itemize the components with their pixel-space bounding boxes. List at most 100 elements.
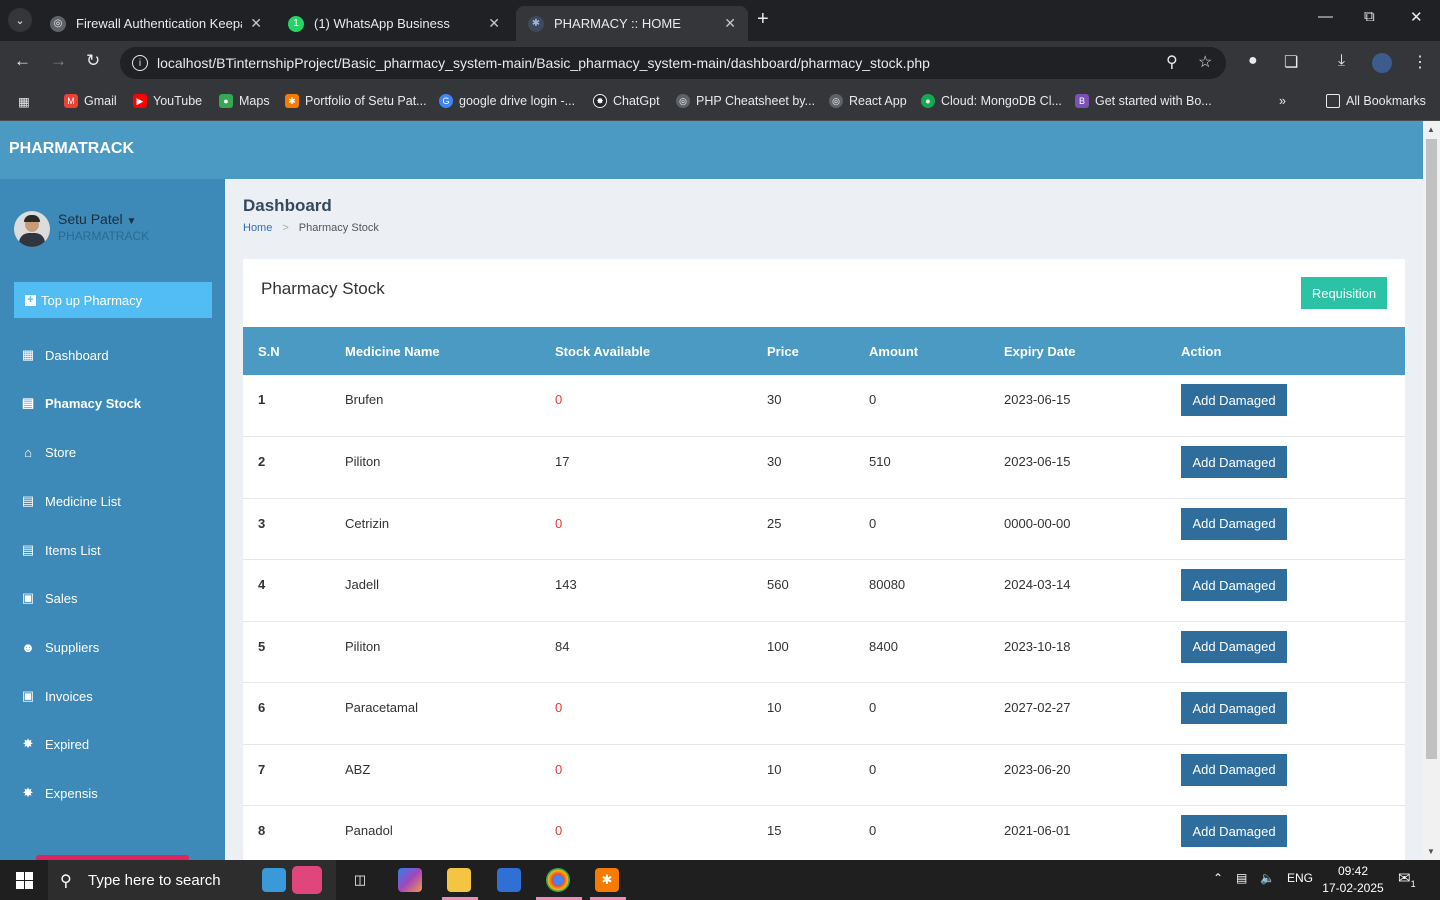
add-damaged-button[interactable]: Add Damaged (1181, 384, 1287, 416)
cell-expiry-date: 2021-06-01 (1004, 823, 1071, 838)
stock-card: Pharmacy Stock Requisition S.N Medicine … (243, 259, 1405, 860)
browser-menu-icon[interactable]: ⋮ (1412, 52, 1428, 72)
browser-toolbar: ← → ↻ i localhost/BTinternshipProject/Ba… (0, 41, 1440, 85)
restore-icon[interactable]: ⧉ (1364, 8, 1375, 25)
cell-expiry-date: 2023-06-15 (1004, 392, 1071, 407)
bookmark-maps[interactable]: ● Maps (219, 94, 270, 108)
page-title: Dashboard (243, 196, 332, 215)
bookmark-gmail[interactable]: M Gmail (64, 94, 117, 108)
windows-taskbar: ⚲ Type here to search ◫ ✱ ⌃ ▤ 🔈 ENG 09:4… (0, 860, 1440, 900)
task-view-icon[interactable]: ◫ (348, 868, 372, 892)
cell-stock-available: 0 (555, 700, 563, 715)
top-up-pharmacy-button[interactable]: + Top up Pharmacy (14, 282, 212, 318)
add-damaged-button[interactable]: Add Damaged (1181, 692, 1287, 724)
cell-action: Add Damaged (1181, 375, 1405, 437)
cell-stock-available: 0 (555, 761, 563, 777)
bookmark-google-drive[interactable]: Ggoogle drive login -... (439, 94, 575, 108)
sidebar-item-sales[interactable]: ▣ Sales (20, 590, 78, 606)
add-damaged-button[interactable]: Add Damaged (1181, 753, 1287, 786)
add-damaged-button[interactable]: Add Damaged (1181, 569, 1287, 601)
tab-search-chevron-icon[interactable]: ⌄ (8, 8, 32, 32)
url-text: localhost/BTinternshipProject/Basic_phar… (157, 55, 930, 71)
sidebar-item-pharmacy-stock[interactable]: ▤ Phamacy Stock (20, 395, 141, 411)
add-damaged-button[interactable]: Add Damaged (1181, 815, 1287, 847)
cell-sn: 7 (258, 761, 266, 777)
bookmark-youtube[interactable]: ▶ YouTube (133, 94, 202, 108)
sidebar-item-expired[interactable]: ✸ Expired (20, 736, 90, 752)
bookmark-star-icon[interactable]: ☆ (1198, 52, 1212, 72)
forward-icon[interactable]: → (50, 51, 67, 71)
reload-icon[interactable]: ↻ (86, 51, 100, 71)
brand-logo[interactable]: PHARMATRACK (9, 140, 134, 158)
language-indicator[interactable]: ENG (1287, 871, 1313, 885)
download-icon[interactable]: ⤓ (1338, 52, 1345, 70)
bookmark-react-app[interactable]: ◎ React App (829, 94, 907, 108)
back-icon[interactable]: ← (14, 51, 31, 71)
sidebar-item-items-list[interactable]: ▤ Items List (20, 542, 101, 558)
add-damaged-button[interactable]: Add Damaged (1181, 446, 1287, 478)
sidebar-item-medicine-list[interactable]: ▤ Medicine List (20, 493, 121, 509)
tab-firewall[interactable]: ◎ Firewall Authentication Keepaliv ✕ (38, 6, 274, 41)
windows-start-icon[interactable] (16, 872, 33, 889)
add-damaged-button[interactable]: Add Damaged (1181, 507, 1287, 540)
bookmark-php-cheatsheet[interactable]: ◎ PHP Cheatsheet by... (676, 94, 815, 108)
cell-action: Add Damaged (1181, 560, 1405, 622)
scroll-up-icon[interactable]: ▲ (1427, 125, 1435, 134)
cell-action: Add Damaged (1181, 498, 1405, 560)
bookmark-bootstrap[interactable]: B Get started with Bo... (1075, 94, 1212, 108)
taskbar-clock[interactable]: 09:42 17-02-2025 (1318, 863, 1388, 897)
copilot-icon[interactable] (398, 868, 422, 892)
apps-grid-icon[interactable]: ▦ (18, 94, 30, 109)
network-icon[interactable]: ▤ (1236, 871, 1247, 885)
show-hidden-icons-chevron-icon[interactable]: ⌃ (1213, 871, 1223, 885)
all-bookmarks[interactable]: All Bookmarks (1326, 94, 1426, 108)
column-header: Amount (869, 343, 919, 359)
cell-expiry-date: 2023-06-20 (1004, 761, 1071, 777)
extension-circle-icon[interactable]: ● (1248, 52, 1258, 70)
sidebar-item-expensis[interactable]: ✸ Expensis (20, 785, 98, 801)
file-explorer-icon[interactable] (447, 868, 471, 892)
cell-medicine-name: Cetrizin (345, 515, 390, 531)
bookmark-mongodb[interactable]: ● Cloud: MongoDB Cl... (921, 94, 1062, 108)
site-info-icon[interactable]: i (132, 55, 148, 71)
close-window-icon[interactable]: ✕ (1410, 8, 1423, 26)
minimize-icon[interactable]: — (1318, 8, 1333, 25)
cell-price: 10 (767, 700, 782, 715)
alert-icon: ✸ (22, 736, 34, 751)
taskbar-search-box[interactable]: ⚲ Type here to search (48, 860, 336, 900)
tab-pharmacy-home[interactable]: ✱ PHARMACY :: HOME ✕ (516, 6, 748, 41)
sidebar-item-store[interactable]: ⌂ Store (20, 444, 76, 460)
notification-center-icon[interactable]: ✉1 (1398, 869, 1416, 889)
add-damaged-button[interactable]: Add Damaged (1181, 630, 1287, 663)
breadcrumb-home[interactable]: Home (243, 222, 272, 234)
bookmark-chatgpt[interactable]: ✸ ChatGpt (593, 94, 660, 108)
table-row: 1 Brufen 0 30 0 2023-06-15 Add Damaged (243, 375, 1405, 437)
profile-avatar[interactable] (1372, 53, 1392, 73)
sidebar-item-invoices[interactable]: ▣ Invoices (20, 688, 93, 704)
zoom-icon[interactable]: ⚲ (1166, 52, 1178, 72)
new-tab-icon[interactable]: + (757, 8, 769, 31)
cell-expiry-date: 0000-00-00 (1004, 515, 1071, 531)
requisition-button[interactable]: Requisition (1301, 277, 1387, 309)
close-tab-icon[interactable]: ✕ (724, 15, 736, 32)
address-bar[interactable]: i localhost/BTinternshipProject/Basic_ph… (120, 47, 1226, 79)
scrollbar-thumb[interactable] (1426, 139, 1437, 759)
close-tab-icon[interactable]: ✕ (250, 15, 262, 32)
xampp-icon[interactable]: ✱ (595, 868, 619, 892)
sidebar-item-dashboard[interactable]: ▦ Dashboard (20, 347, 109, 363)
extensions-puzzle-icon[interactable]: ❏ (1284, 52, 1298, 72)
chrome-icon[interactable] (546, 868, 570, 892)
close-tab-icon[interactable]: ✕ (488, 15, 500, 32)
cell-action: Add Damaged (1181, 437, 1405, 499)
sidebar-item-suppliers[interactable]: ☻ Suppliers (20, 639, 99, 655)
volume-icon[interactable]: 🔈 (1260, 871, 1275, 885)
tab-whatsapp[interactable]: 1 (1) WhatsApp Business ✕ (276, 6, 512, 41)
bookmark-portfolio[interactable]: ✱ Portfolio of Setu Pat... (285, 94, 427, 108)
user-name[interactable]: Setu Patel ▼ (58, 211, 136, 227)
microsoft-store-icon[interactable] (497, 868, 521, 892)
more-bookmarks-icon[interactable]: » (1279, 94, 1286, 108)
page-scrollbar[interactable]: ▲ ▼ (1423, 121, 1440, 860)
table-row: 8 Panadol 0 15 0 2021-06-01 Add Damaged (243, 806, 1405, 861)
alert-icon: ✸ (22, 785, 34, 800)
scroll-down-icon[interactable]: ▼ (1427, 847, 1435, 856)
